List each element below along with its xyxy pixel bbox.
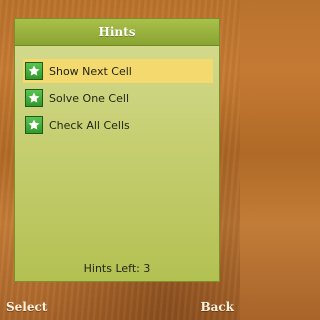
menu-item-check-all-cells[interactable]: Check All Cells <box>23 113 213 137</box>
back-softkey[interactable]: Back <box>200 300 234 314</box>
menu-item-solve-one-cell[interactable]: Solve One Cell <box>23 86 213 110</box>
hints-dialog: Hints Show Next Cell Solve One Cell Chec… <box>14 18 220 282</box>
star-icon <box>25 116 43 134</box>
star-icon <box>25 62 43 80</box>
hints-menu: Show Next Cell Solve One Cell Check All … <box>23 59 213 140</box>
menu-item-label: Show Next Cell <box>49 64 132 78</box>
menu-item-show-next-cell[interactable]: Show Next Cell <box>23 59 213 83</box>
menu-item-label: Check All Cells <box>49 118 130 132</box>
hints-left-counter: Hints Left: 3 <box>83 262 151 275</box>
select-softkey[interactable]: Select <box>6 300 47 314</box>
star-icon <box>25 89 43 107</box>
dialog-title: Hints <box>15 19 219 46</box>
menu-item-label: Solve One Cell <box>49 91 129 105</box>
